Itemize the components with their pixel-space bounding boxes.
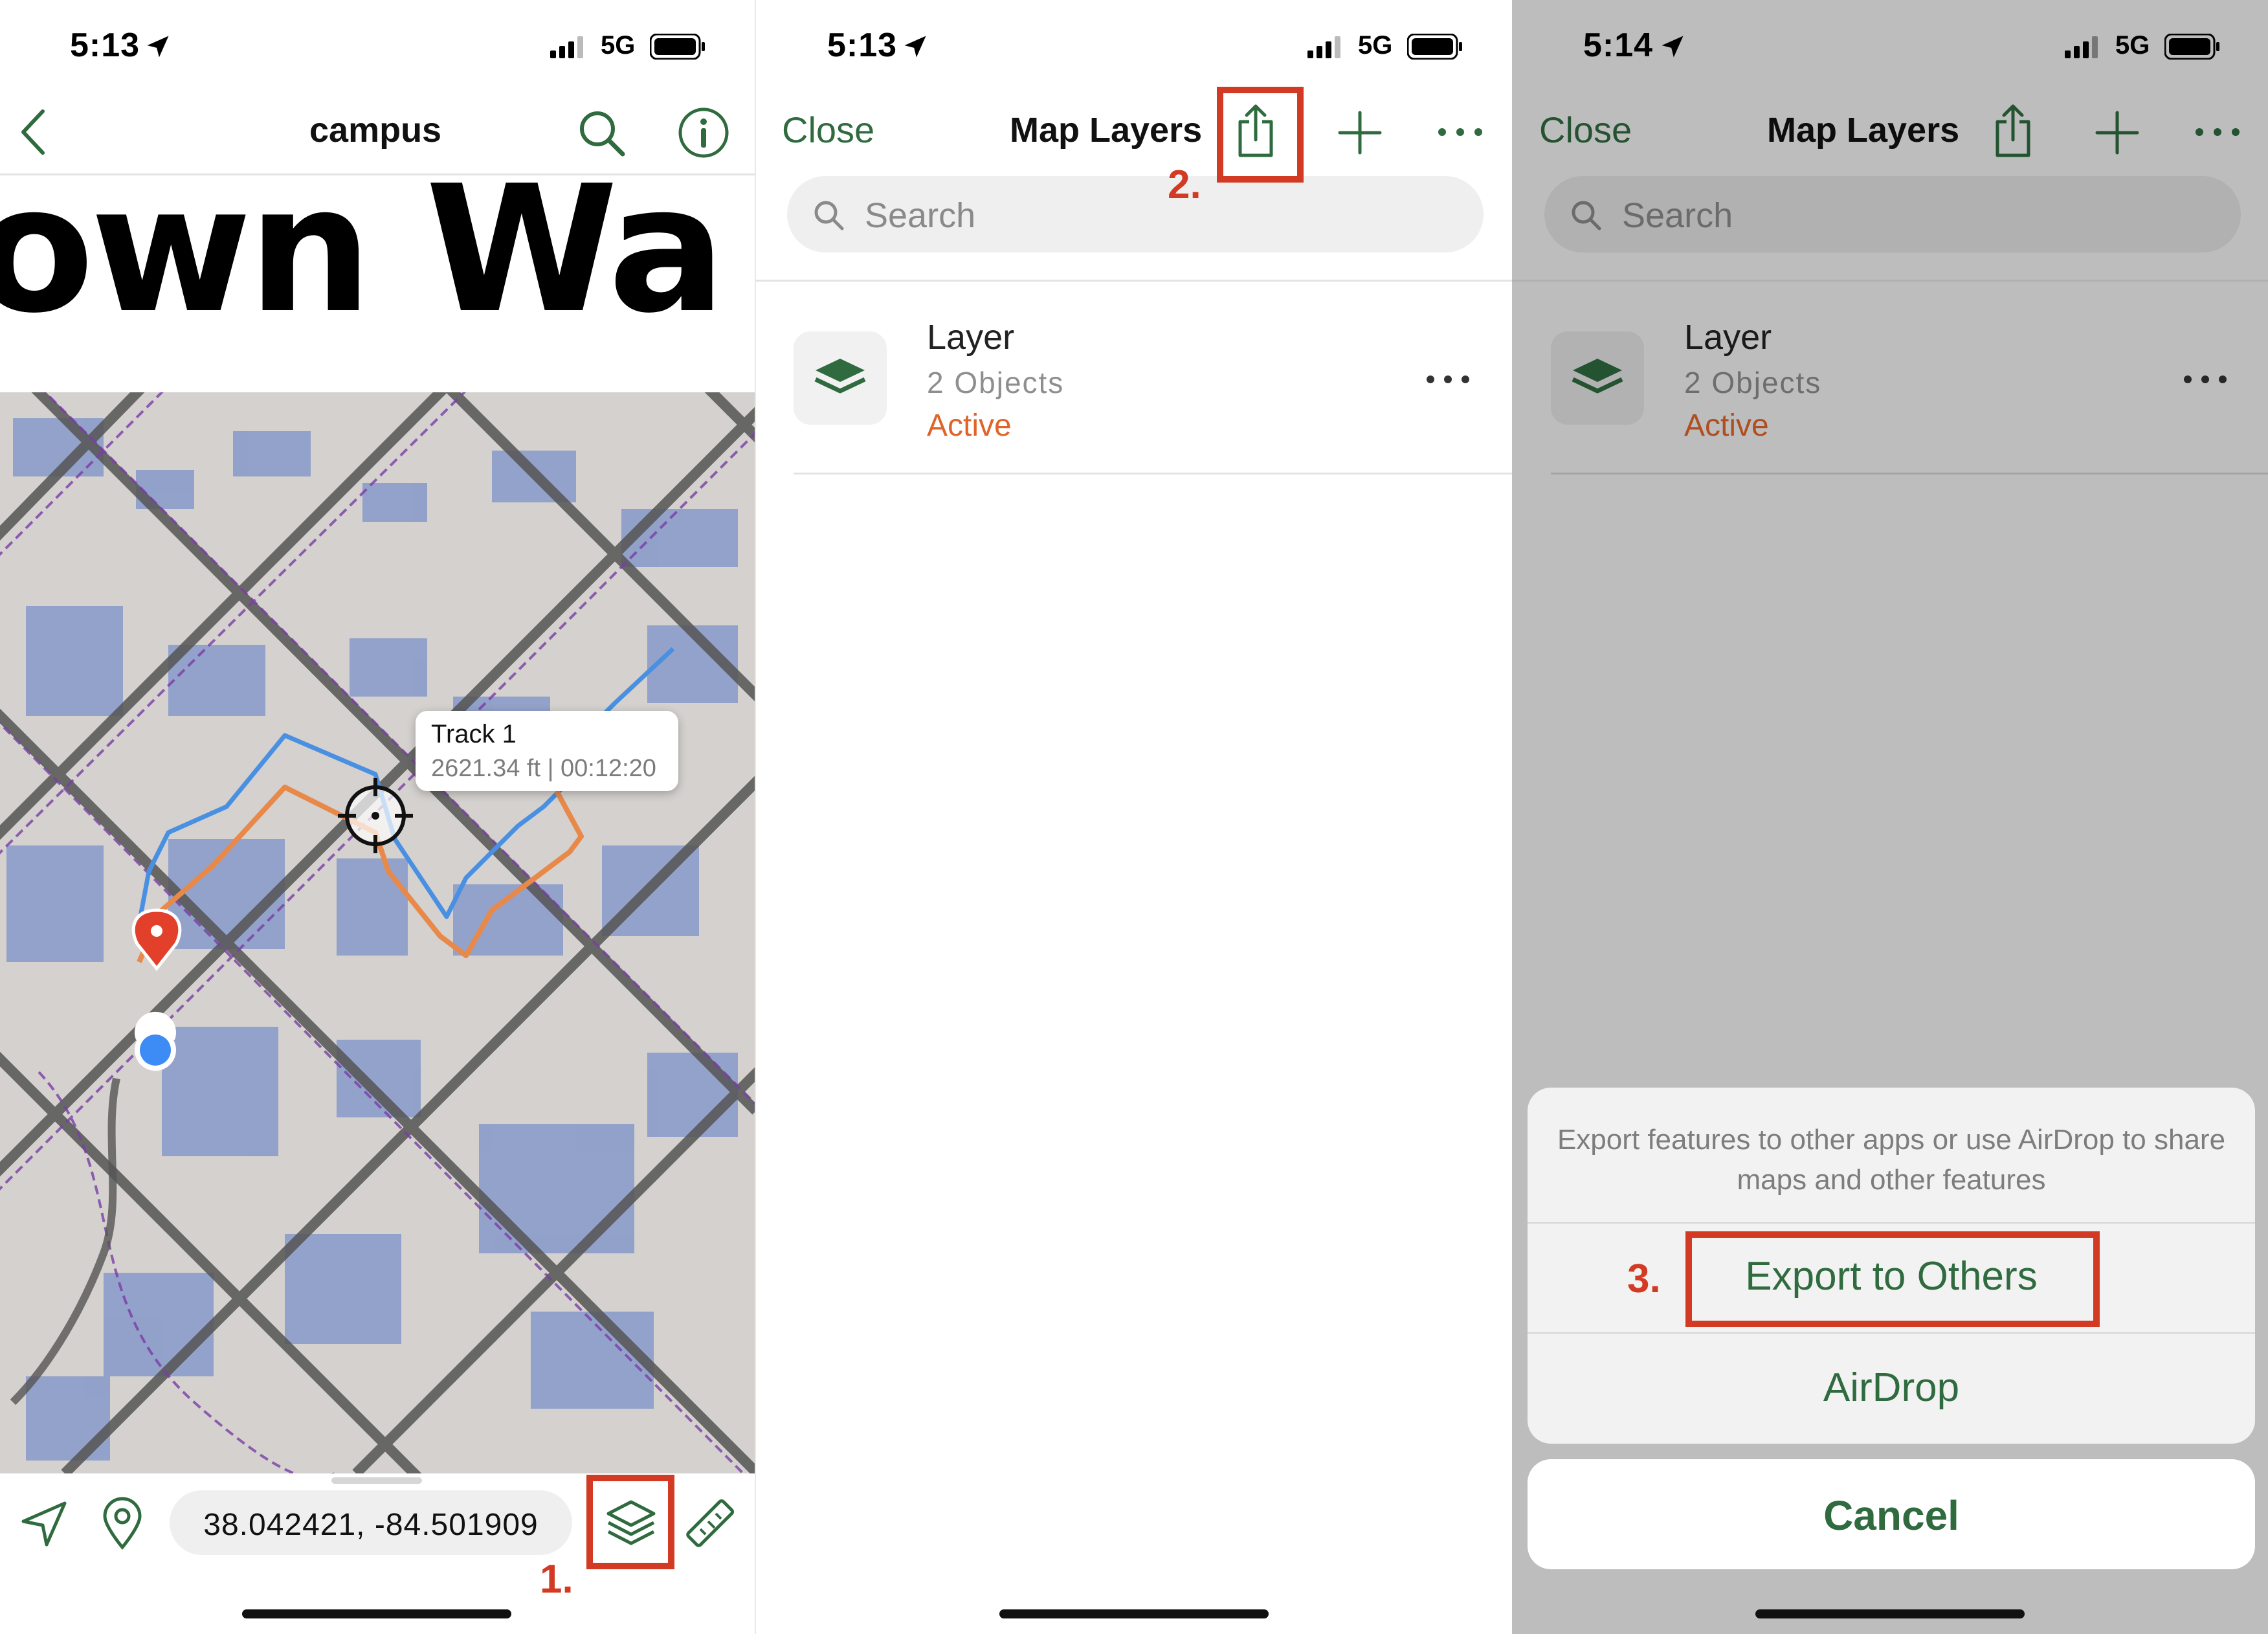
coordinates-text: 38.042421, -84.501909: [203, 1508, 539, 1542]
search-input[interactable]: Search: [787, 176, 1484, 252]
panel-divider: [755, 0, 756, 1634]
map-title-banner: own Wa: [0, 173, 756, 316]
status-time: 5:13: [827, 27, 898, 64]
battery-icon: [650, 34, 705, 60]
divider: [794, 473, 1512, 475]
step-label-3: 3.: [1627, 1257, 1661, 1301]
network-label: 5G: [601, 31, 636, 60]
location-dot: [135, 1011, 176, 1071]
layer-thumbnail: [794, 331, 887, 425]
map-layers-screen: 5:13 5G Close Map Layers Search Layer 2 …: [756, 0, 1512, 1634]
annotation-box-3: [1685, 1231, 2100, 1327]
divider: [756, 280, 1512, 282]
navigate-icon[interactable]: [19, 1499, 69, 1549]
status-time: 5:13: [70, 27, 140, 64]
more-icon[interactable]: [1437, 127, 1484, 137]
signal-icon: [1307, 36, 1340, 58]
step-label-2: 2.: [1168, 162, 1201, 207]
home-indicator: [999, 1609, 1269, 1618]
airdrop-button[interactable]: AirDrop: [1528, 1365, 2255, 1411]
add-icon[interactable]: [1337, 110, 1383, 155]
divider: [1528, 1222, 2255, 1224]
callout-detail: 2621.34 ft | 00:12:20: [431, 755, 656, 782]
step-label-1: 1.: [540, 1557, 573, 1602]
page-title: Map Layers: [1010, 111, 1203, 150]
search-icon: [814, 201, 844, 230]
cancel-label: Cancel: [1823, 1492, 1959, 1539]
home-indicator: [1755, 1609, 2025, 1618]
drag-handle[interactable]: [331, 1477, 422, 1484]
ruler-icon[interactable]: [681, 1497, 737, 1552]
info-icon[interactable]: [677, 106, 730, 159]
layer-status: Active: [927, 408, 1012, 443]
battery-icon: [1407, 34, 1462, 60]
layers-icon: [814, 359, 866, 394]
export-sheet-screen: 5:14 5G Close Map Layers Search Layer 2 …: [1512, 0, 2268, 1634]
location-arrow-icon: [904, 36, 926, 58]
chevron-left-icon[interactable]: [19, 109, 48, 155]
page-title: campus: [309, 111, 442, 150]
layer-more-icon[interactable]: [1425, 374, 1471, 385]
search-placeholder: Search: [865, 196, 976, 235]
divider: [1528, 1332, 2255, 1334]
home-indicator: [242, 1609, 511, 1618]
sheet-message: Export features to other apps or use Air…: [1557, 1124, 2226, 1196]
cancel-button[interactable]: Cancel: [1528, 1459, 2255, 1569]
banner-text: own Wa: [0, 173, 726, 316]
search-icon[interactable]: [576, 107, 628, 159]
map-screen: 5:13 5G campus own Wa Track 1 2621.34 ft…: [0, 0, 756, 1634]
signal-icon: [550, 36, 583, 58]
map-view[interactable]: [0, 392, 756, 1473]
annotation-box-2: [1217, 87, 1304, 183]
pin-icon[interactable]: [101, 1495, 144, 1550]
callout-title: Track 1: [431, 720, 517, 748]
coordinates-field[interactable]: 38.042421, -84.501909: [170, 1490, 572, 1555]
layer-count: 2 Objects: [927, 366, 1065, 399]
close-button[interactable]: Close: [782, 109, 874, 151]
network-label: 5G: [1358, 31, 1393, 60]
annotation-box-1: [586, 1475, 674, 1569]
track-callout[interactable]: Track 1 2621.34 ft | 00:12:20: [416, 711, 678, 791]
layer-name: Layer: [927, 318, 1015, 357]
location-arrow-icon: [147, 36, 169, 58]
